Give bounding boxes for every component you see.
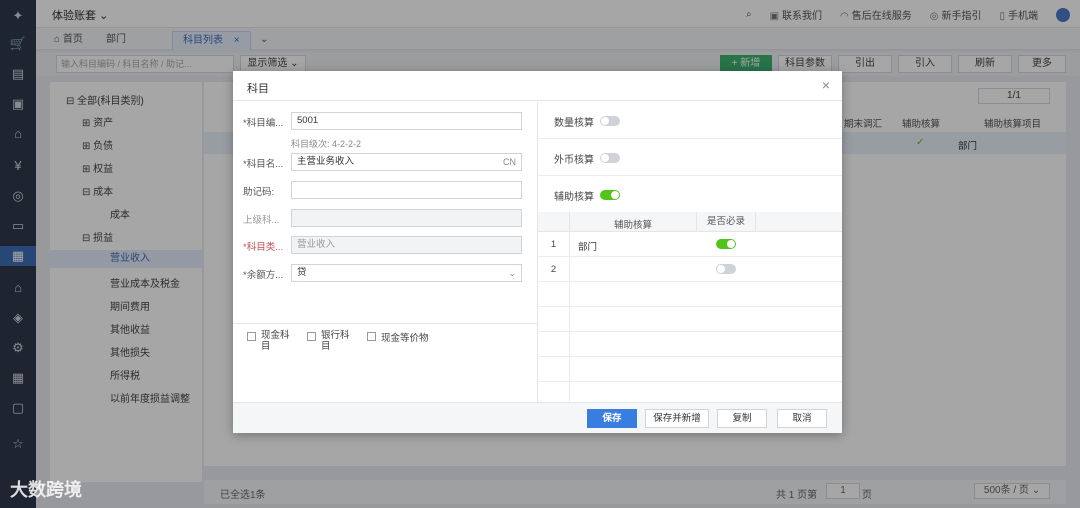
parent-input bbox=[291, 209, 522, 227]
auxiliary-item[interactable]: 部门 bbox=[578, 239, 597, 253]
cash-equivalent-checkbox[interactable]: 现金等价物 bbox=[367, 330, 429, 352]
category-label: *科目类... bbox=[243, 242, 284, 253]
account-form: *科目编... 5001 科目级次: 4-2-2-2 *科目名... 主营业务收… bbox=[233, 102, 537, 402]
quantity-label: 数量核算 bbox=[554, 118, 594, 129]
category-input: 营业收入 bbox=[291, 236, 522, 254]
column-header: 辅助核算 bbox=[614, 220, 653, 231]
mnemonic-label: 助记码: bbox=[243, 187, 275, 198]
table-row bbox=[538, 307, 842, 332]
code-input[interactable]: 5001 bbox=[291, 112, 522, 130]
bank-checkbox[interactable]: 银行科目 bbox=[307, 330, 355, 352]
checkbox-box[interactable] bbox=[307, 332, 316, 341]
required-toggle[interactable] bbox=[716, 239, 736, 249]
auxiliary-table: 辅助核算 是否必录 1 部门 2 bbox=[538, 212, 842, 402]
balance-label: *余额方... bbox=[243, 270, 284, 281]
cancel-button[interactable]: 取消 bbox=[777, 409, 827, 428]
dialog-footer: 保存 保存并新增 复制 取消 bbox=[233, 402, 842, 433]
quantity-row: 数量核算 bbox=[538, 102, 842, 139]
quantity-toggle[interactable] bbox=[600, 116, 620, 126]
mnemonic-input[interactable] bbox=[291, 181, 522, 199]
table-row bbox=[538, 357, 842, 382]
table-row[interactable]: 1 部门 bbox=[538, 232, 842, 257]
table-row bbox=[538, 382, 842, 402]
auxiliary-label: 辅助核算 bbox=[554, 192, 594, 203]
balance-select[interactable]: 贷 ⌄ bbox=[291, 264, 522, 282]
code-label: *科目编... bbox=[243, 118, 284, 129]
chevron-down-icon: ⌄ bbox=[508, 268, 516, 278]
table-row bbox=[538, 332, 842, 357]
accounting-options: 数量核算 外币核算 辅助核算 辅助核算 是否必录 1 部门 2 bbox=[538, 102, 842, 402]
table-row bbox=[538, 282, 842, 307]
currency-toggle[interactable] bbox=[600, 153, 620, 163]
save-and-new-button[interactable]: 保存并新增 bbox=[645, 409, 709, 428]
cash-checkbox[interactable]: 现金科目 bbox=[247, 330, 295, 352]
column-header: 是否必录 bbox=[696, 212, 756, 232]
name-input[interactable]: 主营业务收入 CN bbox=[291, 153, 522, 171]
checkbox-box[interactable] bbox=[247, 332, 256, 341]
table-row[interactable]: 2 bbox=[538, 257, 842, 282]
copy-button[interactable]: 复制 bbox=[717, 409, 767, 428]
close-icon[interactable]: × bbox=[822, 77, 830, 93]
dialog-title: 科目 bbox=[247, 83, 269, 95]
account-dialog: 科目 × *科目编... 5001 科目级次: 4-2-2-2 *科目名... … bbox=[233, 71, 842, 433]
auxiliary-row: 辅助核算 bbox=[538, 176, 842, 213]
parent-label: 上级科... bbox=[243, 215, 280, 226]
language-suffix[interactable]: CN bbox=[503, 154, 516, 170]
form-divider bbox=[233, 323, 537, 324]
auxiliary-table-header: 辅助核算 是否必录 bbox=[538, 212, 842, 232]
name-label: *科目名... bbox=[243, 159, 284, 170]
required-toggle[interactable] bbox=[716, 264, 736, 274]
dialog-header: 科目 × bbox=[233, 71, 842, 101]
watermark: 大数跨境 bbox=[10, 480, 82, 500]
account-type-checkboxes: 现金科目 银行科目 现金等价物 bbox=[247, 330, 429, 352]
auxiliary-toggle[interactable] bbox=[600, 190, 620, 200]
checkbox-box[interactable] bbox=[367, 332, 376, 341]
level-hint: 科目级次: 4-2-2-2 bbox=[291, 139, 362, 149]
save-button[interactable]: 保存 bbox=[587, 409, 637, 428]
currency-label: 外币核算 bbox=[554, 155, 594, 166]
currency-row: 外币核算 bbox=[538, 139, 842, 176]
